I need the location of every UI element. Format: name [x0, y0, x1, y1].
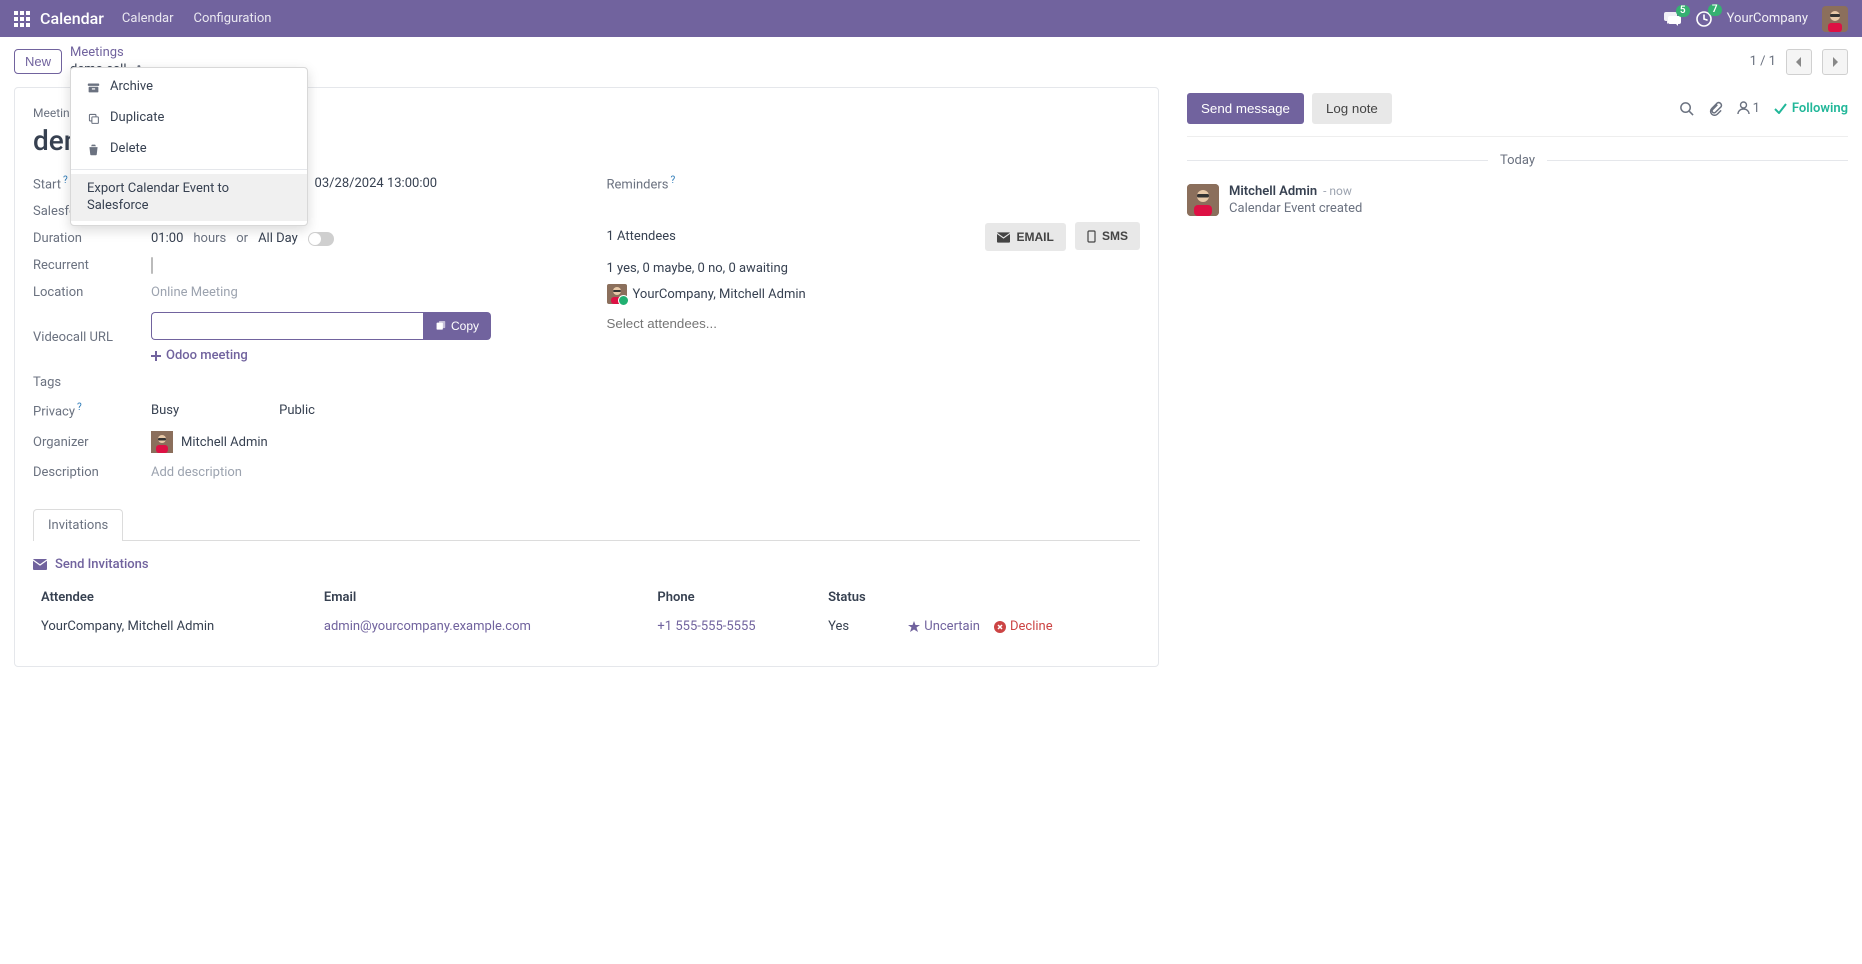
th-phone: Phone [649, 584, 820, 611]
reminders-label: Reminders? [607, 175, 1141, 192]
table-row: YourCompany, Mitchell Admin admin@yourco… [33, 611, 1140, 642]
activity-badge: 7 [1708, 4, 1722, 16]
odoo-meeting-link[interactable]: Odoo meeting [151, 348, 567, 363]
hours-label: hours [193, 231, 226, 246]
cell-status: Yes [820, 611, 900, 642]
send-invitations-link[interactable]: Send Invitations [33, 557, 1140, 572]
attendees-summary: 1 yes, 0 maybe, 0 no, 0 awaiting [607, 261, 1141, 276]
send-message-button[interactable]: Send message [1187, 93, 1304, 124]
th-email: Email [316, 584, 650, 611]
tabs: Invitations [33, 508, 1140, 541]
email-button[interactable]: EMAIL [985, 223, 1065, 251]
brand: Calendar [40, 9, 104, 28]
attendee-avatar [607, 284, 627, 304]
gear-dropdown: Archive Duplicate Delete Export Calendar… [70, 67, 308, 226]
send-invitations-label: Send Invitations [55, 557, 149, 572]
select-attendees-input[interactable] [607, 312, 1141, 335]
location-label: Location [33, 285, 133, 300]
menu-archive[interactable]: Archive [71, 72, 307, 103]
menu-duplicate[interactable]: Duplicate [71, 103, 307, 134]
chatter: Send message Log note 1 Following Today [1173, 87, 1862, 216]
activity-icon[interactable]: 7 [1695, 10, 1713, 28]
search-icon[interactable] [1679, 101, 1694, 116]
cell-phone[interactable]: +1 555-555-5555 [657, 619, 755, 634]
uncertain-button[interactable]: Uncertain [908, 619, 980, 634]
organizer-value[interactable]: Mitchell Admin [181, 435, 268, 450]
location-input[interactable]: Online Meeting [151, 285, 567, 300]
pager-count: 1 / 1 [1750, 54, 1776, 69]
copy-label: Copy [451, 319, 479, 333]
organizer-label: Organizer [33, 435, 133, 450]
chat-badge: 5 [1676, 5, 1690, 17]
duration-value[interactable]: 01:00 [151, 231, 183, 246]
uncertain-label: Uncertain [924, 619, 980, 634]
sms-label: SMS [1102, 229, 1128, 243]
message-text: Calendar Event created [1229, 201, 1362, 216]
followers-count: 1 [1753, 101, 1760, 116]
allday-toggle[interactable] [308, 232, 334, 246]
attendees-count: 1 Attendees [607, 229, 676, 244]
cell-email[interactable]: admin@yourcompany.example.com [324, 619, 531, 634]
privacy-visibility[interactable]: Public [279, 403, 315, 418]
breadcrumb-parent[interactable]: Meetings [70, 45, 145, 62]
following-button[interactable]: Following [1774, 101, 1848, 116]
description-label: Description [33, 465, 133, 480]
message-author[interactable]: Mitchell Admin [1229, 184, 1317, 199]
videocall-url-input[interactable] [151, 312, 423, 340]
message-time: - now [1323, 184, 1352, 198]
menu-divider [71, 169, 307, 170]
topbar: Calendar Calendar Configuration 5 7 Your… [0, 0, 1862, 37]
sms-button[interactable]: SMS [1075, 222, 1140, 250]
chat-icon[interactable]: 5 [1663, 11, 1681, 27]
chatter-message: Mitchell Admin - now Calendar Event crea… [1187, 184, 1848, 216]
breadcrumb: Meetings demo call Archive Duplicate Del… [70, 45, 145, 79]
end-value[interactable]: 03/28/2024 13:00:00 [315, 176, 438, 191]
user-avatar[interactable] [1822, 6, 1848, 32]
following-label: Following [1792, 101, 1848, 116]
invitations-table: Attendee Email Phone Status YourCompany,… [33, 584, 1140, 642]
company-name[interactable]: YourCompany [1727, 11, 1808, 26]
attendee-name: YourCompany, Mitchell Admin [633, 287, 806, 302]
menu-delete[interactable]: Delete [71, 134, 307, 165]
copy-button[interactable]: Copy [423, 312, 491, 340]
nav-configuration[interactable]: Configuration [194, 11, 272, 26]
description-input[interactable]: Add description [151, 465, 567, 480]
menu-delete-label: Delete [110, 141, 147, 158]
menu-archive-label: Archive [110, 79, 153, 96]
menu-export-salesforce[interactable]: Export Calendar Event to Salesforce [71, 174, 307, 222]
odoo-meeting-label: Odoo meeting [166, 348, 248, 363]
cell-attendee: YourCompany, Mitchell Admin [33, 611, 316, 642]
log-note-button[interactable]: Log note [1312, 93, 1392, 124]
message-avatar [1187, 184, 1219, 216]
allday-label: All Day [258, 231, 298, 246]
tags-label: Tags [33, 375, 133, 390]
duration-label: Duration [33, 231, 133, 246]
attendee-chip[interactable]: YourCompany, Mitchell Admin [607, 284, 1141, 304]
decline-button[interactable]: Decline [994, 619, 1053, 634]
th-attendee: Attendee [33, 584, 316, 611]
apps-icon[interactable] [14, 11, 30, 27]
pager: 1 / 1 [1750, 49, 1848, 75]
organizer-avatar [151, 431, 173, 453]
email-label: EMAIL [1016, 230, 1053, 244]
recurrent-checkbox[interactable] [151, 257, 153, 274]
tab-invitations[interactable]: Invitations [33, 509, 123, 541]
separator-today: Today [1187, 153, 1848, 168]
recurrent-label: Recurrent [33, 258, 133, 273]
nav-calendar[interactable]: Calendar [122, 11, 174, 26]
privacy-label: Privacy? [33, 402, 133, 419]
controlbar: New Meetings demo call Archive Duplicate… [0, 37, 1862, 87]
menu-export-label: Export Calendar Event to Salesforce [87, 181, 291, 215]
pager-next[interactable] [1822, 49, 1848, 75]
privacy-show[interactable]: Busy [151, 403, 179, 418]
decline-label: Decline [1010, 619, 1053, 634]
th-status: Status [820, 584, 900, 611]
menu-duplicate-label: Duplicate [110, 110, 164, 127]
attachment-icon[interactable] [1708, 101, 1723, 116]
new-button[interactable]: New [14, 49, 62, 74]
or-label: or [236, 231, 248, 246]
pager-prev[interactable] [1786, 49, 1812, 75]
followers-icon[interactable]: 1 [1737, 101, 1760, 116]
videocall-label: Videocall URL [33, 330, 133, 345]
